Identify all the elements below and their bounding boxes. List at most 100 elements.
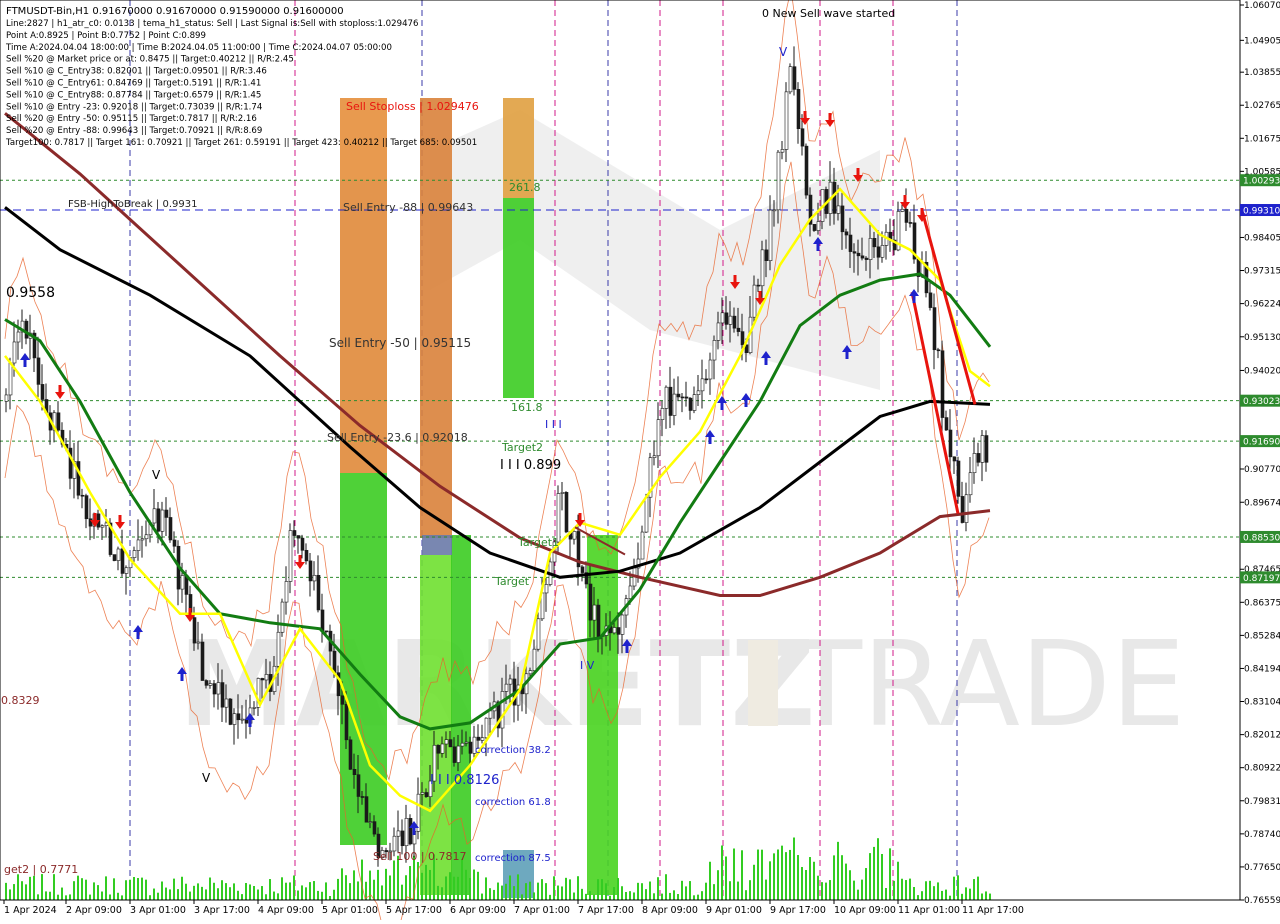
- volume-bar: [837, 841, 839, 900]
- volume-bar: [505, 883, 507, 900]
- volume-bar: [401, 884, 403, 900]
- candle-body: [900, 208, 905, 212]
- wave-v-label: V: [779, 45, 788, 59]
- volume-bar: [489, 888, 491, 900]
- volume-bar: [573, 892, 575, 900]
- volume-bar: [721, 845, 723, 900]
- candle-body: [344, 704, 349, 741]
- candle-body: [420, 792, 425, 795]
- candle-body: [304, 549, 309, 562]
- volume-bar: [849, 870, 851, 900]
- volume-bar: [25, 884, 27, 900]
- volume-bar: [913, 887, 915, 900]
- candle-body: [56, 412, 61, 431]
- volume-bar: [337, 878, 339, 900]
- candle-body: [536, 618, 541, 650]
- price-tick-label: 0.97315: [1244, 267, 1280, 277]
- volume-bar: [905, 880, 907, 900]
- volume-bar: [165, 887, 167, 900]
- candle-body: [340, 695, 345, 705]
- volume-bar: [229, 887, 231, 900]
- candle-body: [708, 359, 713, 380]
- volume-bar: [941, 890, 943, 900]
- candle-body: [200, 641, 205, 681]
- candle-body: [616, 627, 621, 635]
- candle-body: [284, 581, 289, 603]
- candle-body: [844, 231, 849, 236]
- candle-body: [180, 575, 185, 590]
- time-tick-label: 5 Apr 01:00: [322, 905, 378, 916]
- candle-body: [872, 238, 877, 248]
- volume-bar: [9, 889, 11, 900]
- volume-bar: [597, 879, 599, 900]
- volume-bar: [757, 849, 759, 900]
- candle-body: [660, 408, 665, 420]
- volume-bar: [449, 872, 451, 900]
- info-line: Sell %20 @ Entry -88: 0.99643 || Target:…: [6, 126, 262, 136]
- volume-bar: [429, 869, 431, 900]
- candle-body: [588, 583, 593, 621]
- volume-bar: [965, 887, 967, 900]
- candle-body: [124, 567, 129, 574]
- candle-body: [24, 320, 29, 339]
- candle-body: [968, 472, 973, 496]
- volume-bar: [13, 884, 15, 900]
- volume-bar: [169, 889, 171, 900]
- time-tick-label: 10 Apr 09:00: [834, 905, 896, 916]
- volume-bar: [209, 877, 211, 900]
- volume-bar: [85, 879, 87, 900]
- candle-body: [860, 255, 865, 259]
- candle-body: [804, 145, 809, 196]
- volume-bar: [561, 886, 563, 900]
- volume-bar: [833, 855, 835, 900]
- candle-body: [936, 349, 941, 352]
- sell-entry-23-label: Sell Entry -23.6 | 0.92018: [327, 431, 468, 444]
- volume-bar: [213, 882, 215, 900]
- volume-bar: [713, 884, 715, 900]
- volume-bar: [973, 879, 975, 900]
- candle-body: [656, 419, 661, 457]
- fib-zone: [422, 535, 452, 555]
- candle-body: [800, 128, 805, 147]
- price-tag-label: 0.88530: [1243, 533, 1280, 543]
- volume-bar: [221, 880, 223, 900]
- candle-body: [168, 517, 173, 541]
- candle-body: [836, 205, 841, 214]
- time-tick-label: 2 Apr 09:00: [66, 905, 122, 916]
- candle-body: [720, 312, 725, 324]
- candle-body: [852, 251, 857, 254]
- candle-body: [444, 739, 449, 745]
- candle-body: [792, 66, 797, 90]
- volume-bar: [373, 879, 375, 900]
- volume-bar: [881, 853, 883, 900]
- volume-bar: [377, 869, 379, 900]
- time-tick-label: 9 Apr 01:00: [706, 905, 762, 916]
- price-tick-label: 0.90770: [1244, 465, 1280, 475]
- candle-body: [812, 224, 817, 231]
- volume-bar: [241, 894, 243, 900]
- correction-61-label: correction 61.8: [475, 797, 551, 808]
- candle-body: [440, 743, 445, 754]
- candle-body: [640, 531, 645, 560]
- volume-bar: [305, 887, 307, 900]
- volume-bar: [553, 876, 555, 900]
- volume-bar: [153, 888, 155, 900]
- volume-bar: [525, 883, 527, 900]
- volume-bar: [961, 893, 963, 900]
- candle-body: [300, 537, 305, 551]
- info-line: Time A:2024.04.04 18:00:00 | Time B:2024…: [5, 43, 392, 53]
- volume-bar: [841, 855, 843, 900]
- candle-body: [468, 741, 473, 754]
- candle-body: [392, 835, 397, 852]
- volume-bar: [53, 874, 55, 900]
- volume-bar: [29, 876, 31, 900]
- candle-body: [488, 710, 493, 719]
- volume-bar: [741, 850, 743, 900]
- candle-body: [8, 362, 13, 396]
- candle-body: [396, 830, 401, 837]
- volume-bar: [877, 838, 879, 900]
- time-tick-label: 5 Apr 17:00: [386, 905, 442, 916]
- info-line: Sell %10 @ Entry -23: 0.92018 || Target:…: [6, 102, 262, 112]
- volume-bar: [709, 861, 711, 900]
- volume-bar: [777, 849, 779, 900]
